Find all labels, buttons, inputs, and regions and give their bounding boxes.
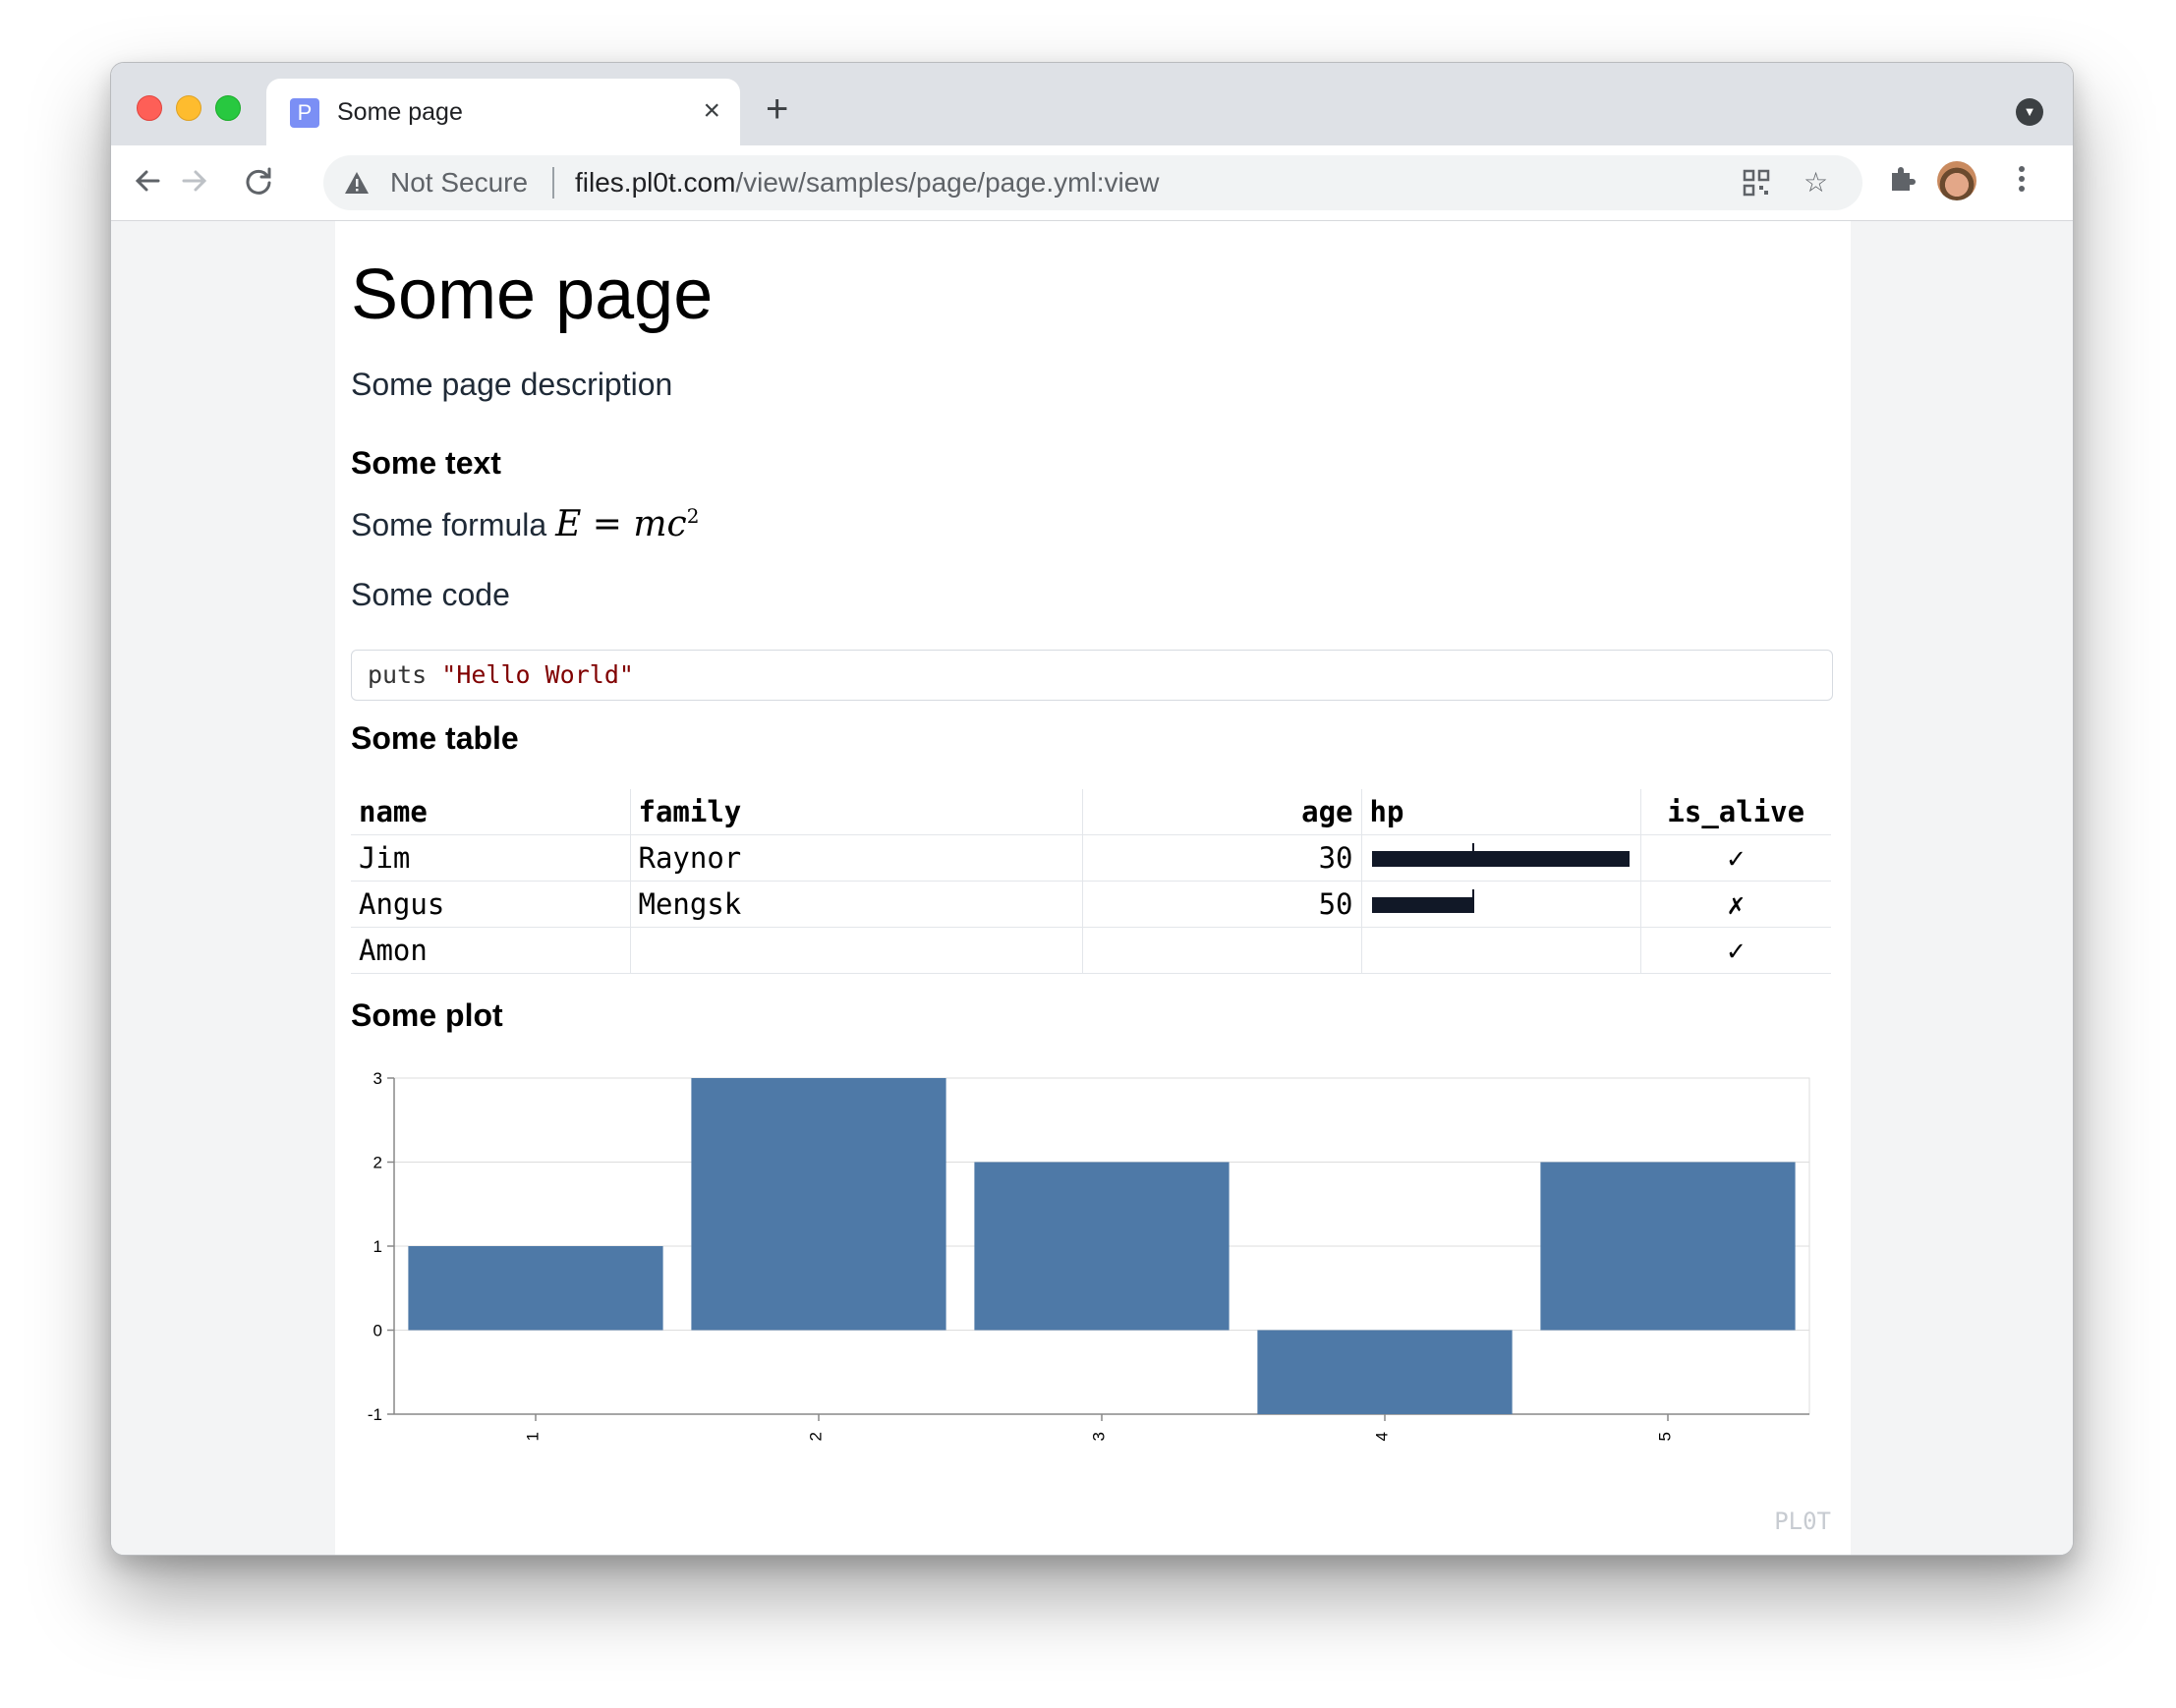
cell-is-alive: ✓ xyxy=(1639,834,1831,882)
x-tick-label: 2 xyxy=(806,1432,825,1441)
close-tab-icon[interactable]: × xyxy=(703,94,720,128)
code-string: "Hello World" xyxy=(441,660,634,689)
cell-name: Amon xyxy=(351,927,630,974)
x-tick-label: 5 xyxy=(1655,1432,1674,1441)
cell-family xyxy=(629,927,1082,974)
hp-marker xyxy=(1471,843,1474,857)
x-tick-label: 1 xyxy=(523,1432,542,1441)
page-description: Some page description xyxy=(351,367,673,402)
column-header-is-alive[interactable]: is_alive xyxy=(1639,789,1831,835)
page-title: Some page xyxy=(351,256,714,334)
maximize-window-button[interactable] xyxy=(215,95,241,121)
bookmark-star-icon[interactable]: ☆ xyxy=(1804,167,1828,199)
code-line: puts "Hello World" xyxy=(368,660,634,689)
cell-hp xyxy=(1360,834,1640,882)
profile-avatar[interactable] xyxy=(1937,161,1976,200)
cell-family: Mengsk xyxy=(629,881,1082,928)
column-header-age[interactable]: age xyxy=(1081,789,1361,835)
extensions-icon[interactable] xyxy=(1886,163,1918,205)
table-row: Angus Mengsk 50 ✗ xyxy=(351,881,1831,928)
y-tick-label: 0 xyxy=(373,1322,382,1340)
plot-heading: Some plot xyxy=(351,997,503,1033)
url-text[interactable]: files.pl0t.com/view/samples/page/page.ym… xyxy=(575,167,1160,199)
y-tick-label: -1 xyxy=(368,1405,382,1424)
separator xyxy=(552,167,554,199)
cell-hp xyxy=(1360,881,1640,928)
page-container: Some page Some page description Some tex… xyxy=(335,221,1851,1555)
not-secure-label[interactable]: Not Secure xyxy=(390,167,528,199)
tab-title: Some page xyxy=(337,98,463,126)
bar-chart: 3 2 1 0 -1 1 2 3 4 5 xyxy=(368,1069,1810,1441)
watermark-logo: PL0T xyxy=(1774,1508,1831,1535)
cell-is-alive: ✓ xyxy=(1639,927,1831,974)
toolbar: Not Secure files.pl0t.com/view/samples/p… xyxy=(111,145,2073,221)
cell-age: 30 xyxy=(1081,834,1361,882)
tab-search-icon[interactable]: ▼ xyxy=(2016,98,2043,126)
cell-is-alive: ✗ xyxy=(1639,881,1831,928)
favicon-icon: P xyxy=(290,98,319,128)
cell-age xyxy=(1081,927,1361,974)
url-host: files.pl0t.com xyxy=(575,167,736,198)
table-row: Amon ✓ xyxy=(351,927,1831,974)
formula-line: Some formula E = mc2 xyxy=(351,504,699,544)
page-viewport: Some page Some page description Some tex… xyxy=(111,221,2073,1555)
reload-icon[interactable] xyxy=(239,161,278,200)
close-window-button[interactable] xyxy=(137,95,162,121)
formula-prefix: Some formula xyxy=(351,507,547,542)
tab-some-page[interactable]: P Some page × xyxy=(266,79,740,147)
formula-eq: = xyxy=(581,504,634,544)
warning-icon xyxy=(345,172,369,194)
tab-bar: P Some page × + ▼ xyxy=(111,63,2073,147)
cell-hp xyxy=(1360,927,1640,974)
new-tab-button[interactable]: + xyxy=(766,89,788,129)
column-header-family[interactable]: family xyxy=(629,789,1082,835)
address-bar[interactable]: Not Secure files.pl0t.com/view/samples/p… xyxy=(323,155,1862,210)
cell-age: 50 xyxy=(1081,881,1361,928)
formula-lhs: E xyxy=(555,504,582,544)
data-table: name family age hp is_alive Jim Raynor 3… xyxy=(351,789,1831,974)
hp-bar xyxy=(1371,897,1475,913)
bar xyxy=(1257,1330,1513,1414)
text-heading: Some text xyxy=(351,445,501,481)
cell-name: Angus xyxy=(351,881,630,928)
table-heading: Some table xyxy=(351,720,519,756)
url-path: /view/samples/page/page.yml:view xyxy=(735,167,1160,198)
y-tick-label: 2 xyxy=(373,1154,382,1172)
formula: E = mc2 xyxy=(555,504,699,544)
formula-exponent: 2 xyxy=(686,504,700,528)
code-block: puts "Hello World" xyxy=(351,650,1833,701)
y-tick-label: 3 xyxy=(373,1069,382,1088)
cell-family: Raynor xyxy=(629,834,1082,882)
column-header-hp[interactable]: hp xyxy=(1360,789,1640,835)
table-row: Jim Raynor 30 ✓ xyxy=(351,834,1831,882)
minimize-window-button[interactable] xyxy=(176,95,201,121)
code-label: Some code xyxy=(351,577,510,612)
back-icon[interactable] xyxy=(129,161,168,200)
cell-name: Jim xyxy=(351,834,630,882)
forward-icon[interactable] xyxy=(174,161,213,200)
x-tick-label: 4 xyxy=(1372,1432,1391,1441)
more-menu-icon[interactable] xyxy=(2016,163,2028,205)
table-header-row: name family age hp is_alive xyxy=(351,789,1831,835)
bar xyxy=(1540,1162,1796,1331)
bar xyxy=(974,1162,1230,1331)
code-keyword: puts xyxy=(368,660,442,689)
x-tick-label: 3 xyxy=(1089,1432,1108,1441)
bar xyxy=(691,1078,946,1331)
browser-window: P Some page × + ▼ Not Secure files.pl0t.… xyxy=(110,62,2074,1556)
formula-rhs: mc xyxy=(633,504,687,544)
hp-bar xyxy=(1371,851,1630,867)
y-tick-label: 1 xyxy=(373,1237,382,1256)
qr-code-icon[interactable] xyxy=(1741,167,1772,205)
bar xyxy=(408,1246,663,1331)
hp-marker xyxy=(1471,889,1474,903)
column-header-name[interactable]: name xyxy=(351,789,630,835)
